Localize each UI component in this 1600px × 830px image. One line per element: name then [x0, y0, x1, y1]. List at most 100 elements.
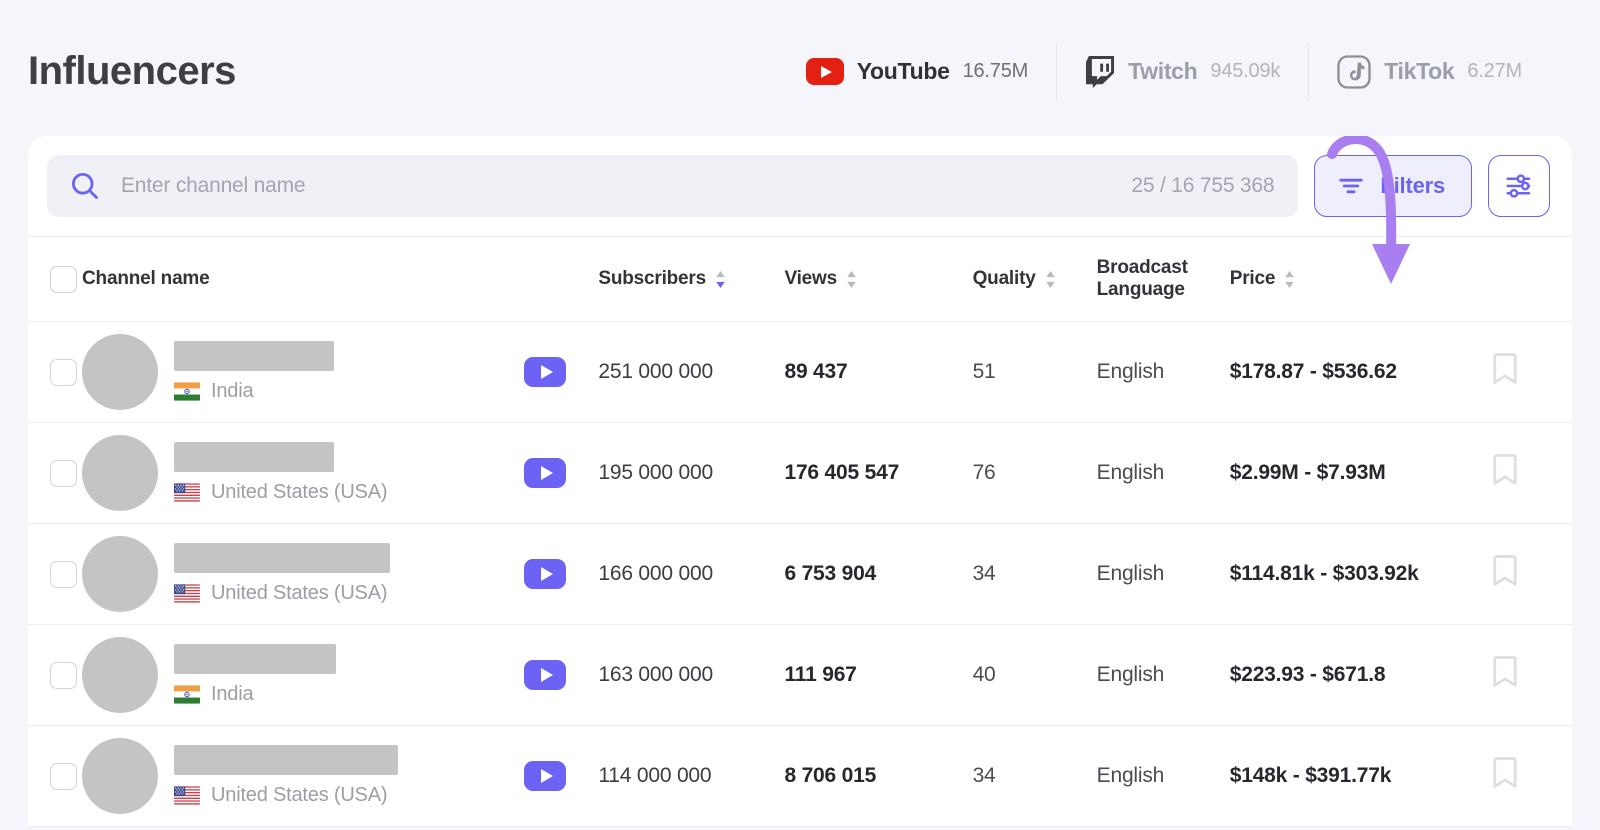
flag-icon-united-states — [174, 483, 200, 502]
column-subscribers[interactable]: Subscribers — [598, 237, 784, 322]
row-price: $114.81k - $303.92k — [1230, 524, 1492, 625]
channel-country: India — [174, 380, 334, 403]
row-price: $148k - $391.77k — [1230, 726, 1492, 827]
row-select-cell — [28, 322, 82, 423]
avatar — [82, 334, 158, 410]
influencers-card: Enter channel name 25 / 16 755 368 Filte… — [28, 136, 1572, 827]
row-platform-cell — [524, 524, 598, 625]
row-language: English — [1097, 726, 1230, 827]
column-save — [1492, 237, 1572, 322]
row-subscribers: 163 000 000 — [598, 625, 784, 726]
search-field[interactable]: Enter channel name 25 / 16 755 368 — [47, 155, 1298, 217]
row-subscribers: 251 000 000 — [598, 322, 784, 423]
filters-label: Filters — [1380, 173, 1445, 199]
platform-tab-tiktok[interactable]: TikTok 6.27M — [1308, 43, 1550, 101]
result-count: 25 / 16 755 368 — [1107, 174, 1274, 198]
sort-arrows-icon — [845, 270, 858, 289]
table-row[interactable]: United States (USA)166 000 0006 753 9043… — [28, 524, 1572, 625]
row-save-cell — [1492, 726, 1572, 827]
column-channel-name[interactable]: Channel name — [82, 237, 524, 322]
row-views: 176 405 547 — [784, 423, 972, 524]
row-language: English — [1097, 524, 1230, 625]
row-checkbox[interactable] — [50, 460, 77, 487]
column-views[interactable]: Views — [784, 237, 972, 322]
page-header: Influencers YouTube 16.75M Twitch 945.09… — [0, 0, 1600, 143]
row-platform-cell — [524, 322, 598, 423]
channel-name-redacted — [174, 745, 398, 775]
bookmark-icon[interactable] — [1492, 656, 1518, 688]
row-views: 8 706 015 — [784, 726, 972, 827]
select-all-checkbox[interactable] — [50, 266, 77, 293]
sort-arrows-icon — [714, 270, 727, 289]
filters-button[interactable]: Filters — [1314, 155, 1472, 217]
row-select-cell — [28, 726, 82, 827]
country-label: United States (USA) — [211, 784, 387, 807]
flag-icon-india — [174, 685, 200, 704]
youtube-play-icon — [524, 458, 566, 488]
row-channel-cell: United States (USA) — [82, 524, 524, 625]
platform-name-twitch: Twitch — [1128, 58, 1197, 85]
row-quality: 76 — [973, 423, 1097, 524]
column-quality[interactable]: Quality — [973, 237, 1097, 322]
bookmark-icon[interactable] — [1492, 454, 1518, 486]
column-label-quality: Quality — [973, 268, 1036, 290]
youtube-play-icon — [524, 660, 566, 690]
channel-country: India — [174, 683, 336, 706]
table-row[interactable]: United States (USA) 195 000 000176 405 54… — [28, 423, 1572, 524]
row-checkbox[interactable] — [50, 763, 77, 790]
row-quality: 34 — [973, 726, 1097, 827]
channel-name-redacted — [174, 442, 334, 472]
influencers-table: Channel name Subscribers Views — [28, 236, 1572, 827]
bookmark-icon[interactable] — [1492, 555, 1518, 587]
search-input[interactable]: Enter channel name — [69, 170, 1107, 202]
page-title: Influencers — [28, 49, 236, 94]
bookmark-icon[interactable] — [1492, 353, 1518, 385]
settings-button[interactable] — [1488, 155, 1550, 217]
column-label-views: Views — [784, 268, 837, 290]
row-platform-cell — [524, 625, 598, 726]
column-label-channel-name: Channel name — [82, 268, 209, 290]
column-label-subscribers: Subscribers — [598, 268, 706, 290]
country-label: United States (USA) — [211, 481, 387, 504]
row-views: 89 437 — [784, 322, 972, 423]
channel-name-redacted — [174, 341, 334, 371]
search-toolbar: Enter channel name 25 / 16 755 368 Filte… — [28, 136, 1572, 236]
row-save-cell — [1492, 423, 1572, 524]
row-channel-cell: United States (USA) — [82, 423, 524, 524]
table-row[interactable]: India251 000 00089 43751English$178.87 -… — [28, 322, 1572, 423]
row-quality: 51 — [973, 322, 1097, 423]
row-checkbox[interactable] — [50, 662, 77, 689]
platform-tab-youtube[interactable]: YouTube 16.75M — [778, 43, 1056, 101]
row-quality: 34 — [973, 524, 1097, 625]
sliders-icon — [1504, 171, 1534, 201]
youtube-play-icon — [524, 559, 566, 589]
row-select-cell — [28, 423, 82, 524]
bookmark-icon[interactable] — [1492, 757, 1518, 789]
row-checkbox[interactable] — [50, 359, 77, 386]
row-price: $2.99M - $7.93M — [1230, 423, 1492, 524]
select-all-cell — [28, 237, 82, 322]
row-checkbox[interactable] — [50, 561, 77, 588]
avatar — [82, 637, 158, 713]
table-row[interactable]: United States (USA) 114 000 0008 706 0153… — [28, 726, 1572, 827]
row-save-cell — [1492, 625, 1572, 726]
row-subscribers: 195 000 000 — [598, 423, 784, 524]
row-price: $223.93 - $671.8 — [1230, 625, 1492, 726]
row-language: English — [1097, 625, 1230, 726]
row-select-cell — [28, 524, 82, 625]
table-body: India251 000 00089 43751English$178.87 -… — [28, 322, 1572, 827]
youtube-icon — [806, 58, 844, 85]
column-label-broadcast-language-line1: Broadcast — [1097, 257, 1230, 279]
platform-count-tiktok: 6.27M — [1467, 60, 1522, 83]
column-price[interactable]: Price — [1230, 237, 1492, 322]
channel-name-redacted — [174, 543, 390, 573]
table-row[interactable]: India163 000 000111 96740English$223.93 … — [28, 625, 1572, 726]
filter-icon — [1337, 172, 1365, 200]
column-label-price: Price — [1230, 268, 1275, 290]
row-save-cell — [1492, 322, 1572, 423]
row-subscribers: 166 000 000 — [598, 524, 784, 625]
column-label-broadcast-language-line2: Language — [1097, 279, 1230, 301]
platform-tab-twitch[interactable]: Twitch 945.09k — [1056, 43, 1308, 101]
platform-name-youtube: YouTube — [857, 58, 950, 85]
row-subscribers: 114 000 000 — [598, 726, 784, 827]
